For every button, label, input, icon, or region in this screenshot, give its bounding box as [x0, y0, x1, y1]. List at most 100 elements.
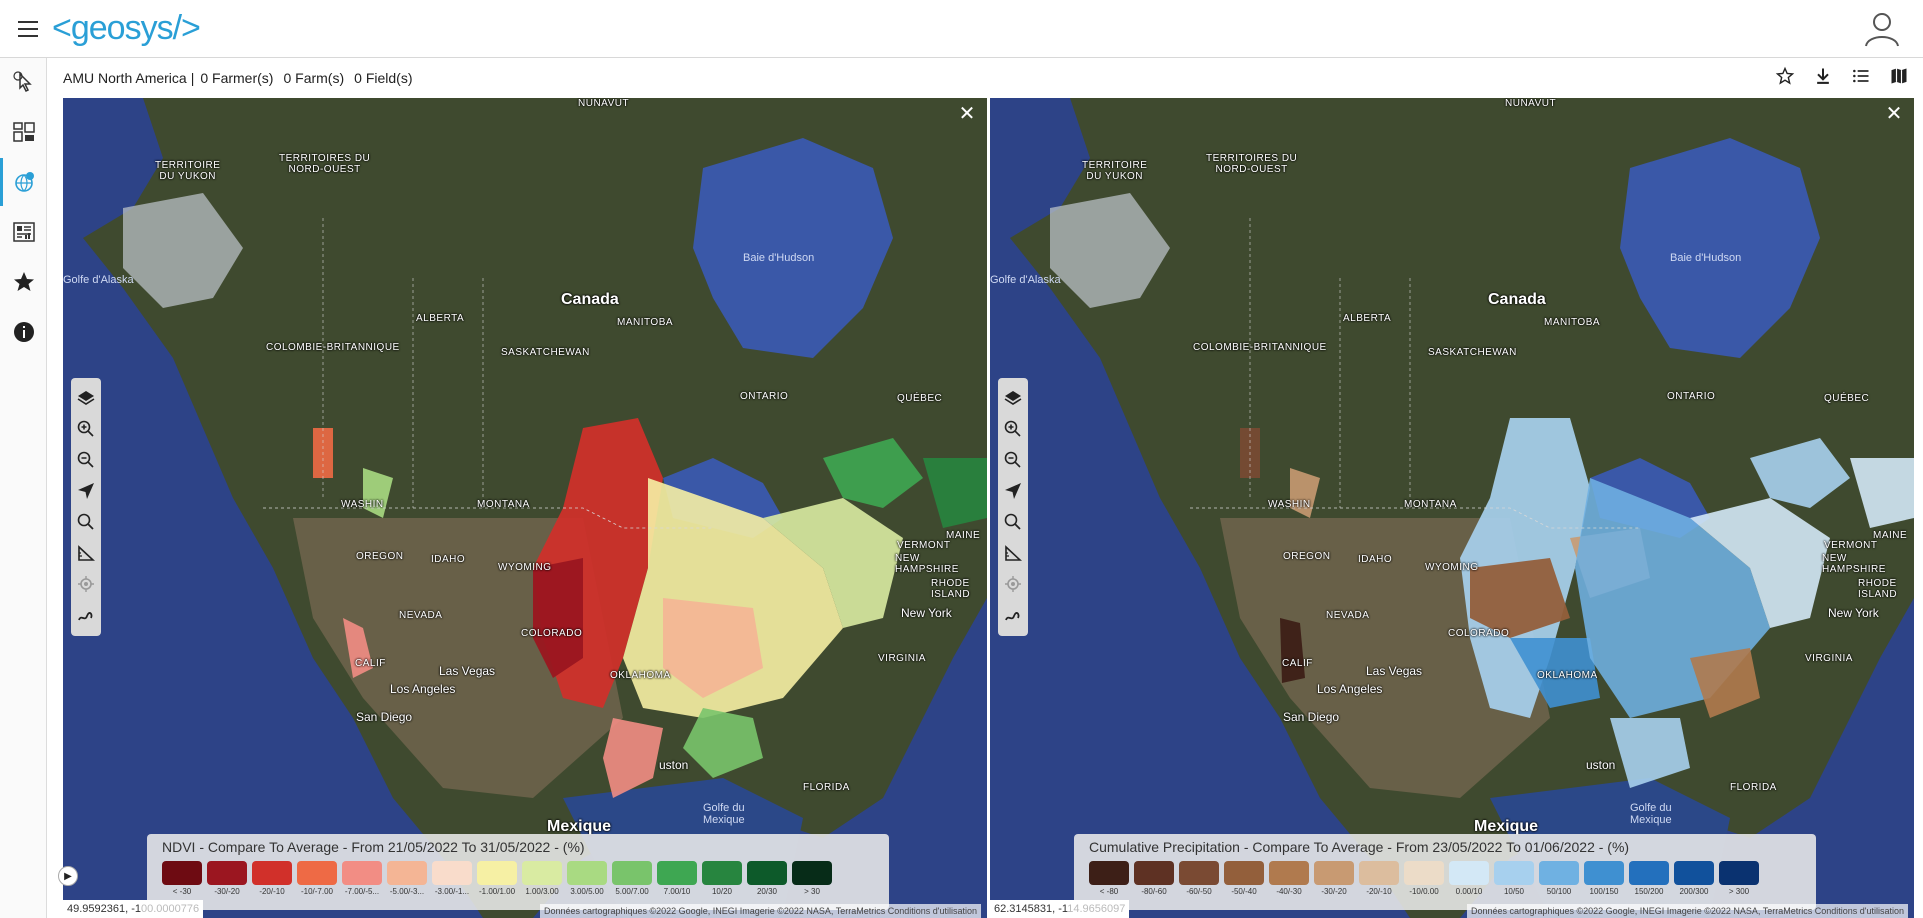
- label-ontario: ONTARIO: [740, 391, 789, 402]
- label-florida: FLORIDA: [1730, 782, 1777, 793]
- close-icon[interactable]: ✕: [1884, 104, 1904, 124]
- legend-class: < -30: [162, 861, 202, 896]
- legend-class: -30/-20: [1314, 861, 1354, 896]
- hamburger-icon[interactable]: [18, 21, 38, 37]
- dashboard-icon[interactable]: [0, 108, 47, 156]
- info-bar: AMU North America | 0 Farmer(s) 0 Farm(s…: [63, 58, 1923, 98]
- list-icon[interactable]: [1849, 64, 1873, 88]
- legend-swatches: < -30 -30/-20 -20/-10 -10/-7.00 -7.00/-5…: [162, 861, 874, 896]
- legend-class: 20/30: [747, 861, 787, 896]
- search-icon[interactable]: [1000, 506, 1026, 537]
- navigate-icon[interactable]: [1000, 475, 1026, 506]
- legend-class: > 300: [1719, 861, 1759, 896]
- label-washington: WASHIN: [1268, 499, 1311, 510]
- legend-color-box: [387, 861, 427, 885]
- legend-color-box: [1359, 861, 1399, 885]
- legend-class: -3.00/-1...: [432, 861, 472, 896]
- legend-color-box: [1449, 861, 1489, 885]
- label-quebec: QUÉBEC: [1824, 393, 1870, 404]
- label-hudson: Baie d'Hudson: [1670, 252, 1742, 264]
- label-california: CALIF: [1282, 658, 1313, 669]
- legend-color-box: [297, 861, 337, 885]
- label-wyoming: WYOMING: [498, 562, 552, 573]
- label-nwt: TERRITOIRES DU NORD-OUEST: [279, 153, 371, 175]
- legend-color-box: [1089, 861, 1129, 885]
- label-quebec: QUÉBEC: [897, 393, 943, 404]
- expand-panel-icon[interactable]: ▶: [58, 866, 78, 886]
- label-nevada: NEVADA: [1326, 610, 1370, 621]
- legend-class: -40/-30: [1269, 861, 1309, 896]
- map-attribution[interactable]: Données cartographiques ©2022 Google, IN…: [539, 904, 981, 918]
- close-icon[interactable]: ✕: [957, 104, 977, 124]
- label-bc: COLOMBIE-BRITANNIQUE: [1193, 342, 1327, 353]
- info-icon[interactable]: [0, 308, 47, 356]
- label-nwt: TERRITOIRES DU NORD-OUEST: [1206, 153, 1298, 175]
- label-colorado: COLORADO: [521, 628, 583, 639]
- legend-label: 200/300: [1679, 887, 1709, 896]
- navigate-icon[interactable]: [73, 475, 99, 506]
- coordinate-value: 62.3145831, -1: [994, 903, 1068, 915]
- search-icon[interactable]: [73, 506, 99, 537]
- label-rhode-island: RHODE ISLAND: [1858, 578, 1898, 600]
- legend-color-box: [1494, 861, 1534, 885]
- label-gulf-mexico: Golfe du Mexique: [1630, 802, 1672, 826]
- label-oklahoma: OKLAHOMA: [610, 670, 671, 681]
- legend-class: 5.00/7.00: [612, 861, 652, 896]
- zoom-in-icon[interactable]: [1000, 413, 1026, 444]
- globe-location-icon[interactable]: [0, 158, 47, 206]
- label-saskatchewan: SASKATCHEWAN: [1428, 347, 1517, 358]
- legend-label: -80/-60: [1141, 887, 1167, 896]
- legend-label: 0.00/10: [1455, 887, 1483, 896]
- legend-color-box: [747, 861, 787, 885]
- legend-label: 100/150: [1589, 887, 1619, 896]
- legend-color-box: [702, 861, 742, 885]
- star-icon[interactable]: [0, 258, 47, 306]
- legend-color-box: [1269, 861, 1309, 885]
- user-icon[interactable]: [1863, 10, 1901, 48]
- locate-icon[interactable]: [73, 568, 99, 599]
- report-icon[interactable]: [0, 208, 47, 256]
- label-new-hampshire: NEW HAMPSHIRE: [895, 553, 959, 575]
- zoom-out-icon[interactable]: [1000, 444, 1026, 475]
- label-houston: uston: [659, 758, 689, 772]
- legend-label: -60/-50: [1186, 887, 1212, 896]
- legend-color-box: [612, 861, 652, 885]
- layers-icon[interactable]: [1000, 382, 1026, 413]
- label-alberta: ALBERTA: [416, 313, 465, 324]
- legend-label: 7.00/10: [663, 887, 691, 896]
- label-los-angeles: Los Angeles: [390, 682, 456, 696]
- legend-color-box: [162, 861, 202, 885]
- label-manitoba: MANITOBA: [1544, 317, 1601, 328]
- legend-label: 10/20: [711, 887, 733, 896]
- legend-title: Cumulative Precipitation - Compare To Av…: [1089, 839, 1630, 855]
- measure-icon[interactable]: [73, 537, 99, 568]
- draw-icon[interactable]: [1000, 599, 1026, 630]
- label-oklahoma: OKLAHOMA: [1537, 670, 1598, 681]
- locate-icon[interactable]: [1000, 568, 1026, 599]
- draw-icon[interactable]: [73, 599, 99, 630]
- measure-icon[interactable]: [1000, 537, 1026, 568]
- pointer-select-icon[interactable]: [0, 58, 47, 106]
- map-icon[interactable]: [1887, 64, 1911, 88]
- map-attribution[interactable]: Données cartographiques ©2022 Google, IN…: [1466, 904, 1908, 918]
- label-saskatchewan: SASKATCHEWAN: [501, 347, 590, 358]
- legend-label: -40/-30: [1276, 887, 1302, 896]
- download-icon[interactable]: [1811, 64, 1835, 88]
- geosys-logo[interactable]: < geosys/>: [52, 8, 201, 48]
- zoom-in-icon[interactable]: [73, 413, 99, 444]
- label-nevada: NEVADA: [399, 610, 443, 621]
- legend-title: NDVI - Compare To Average - From 21/05/2…: [162, 839, 585, 855]
- legend-class: -7.00/-5...: [342, 861, 382, 896]
- legend-class: -80/-60: [1134, 861, 1174, 896]
- layers-icon[interactable]: [73, 382, 99, 413]
- farm-count: 0 Farm(s): [283, 70, 345, 86]
- zoom-out-icon[interactable]: [73, 444, 99, 475]
- star-outline-icon[interactable]: [1773, 64, 1797, 88]
- legend-class: 150/200: [1629, 861, 1669, 896]
- map-panel-precipitation[interactable]: NUNAVUT TERRITOIRE DU YUKON TERRITOIRES …: [990, 98, 1914, 918]
- label-maine: MAINE: [1873, 530, 1908, 541]
- legend-label: 1.00/3.00: [525, 887, 559, 896]
- legend-color-box: [1719, 861, 1759, 885]
- map-panel-ndvi[interactable]: NUNAVUT TERRITOIRE DU YUKON TERRITOIRES …: [63, 98, 987, 918]
- label-maine: MAINE: [946, 530, 981, 541]
